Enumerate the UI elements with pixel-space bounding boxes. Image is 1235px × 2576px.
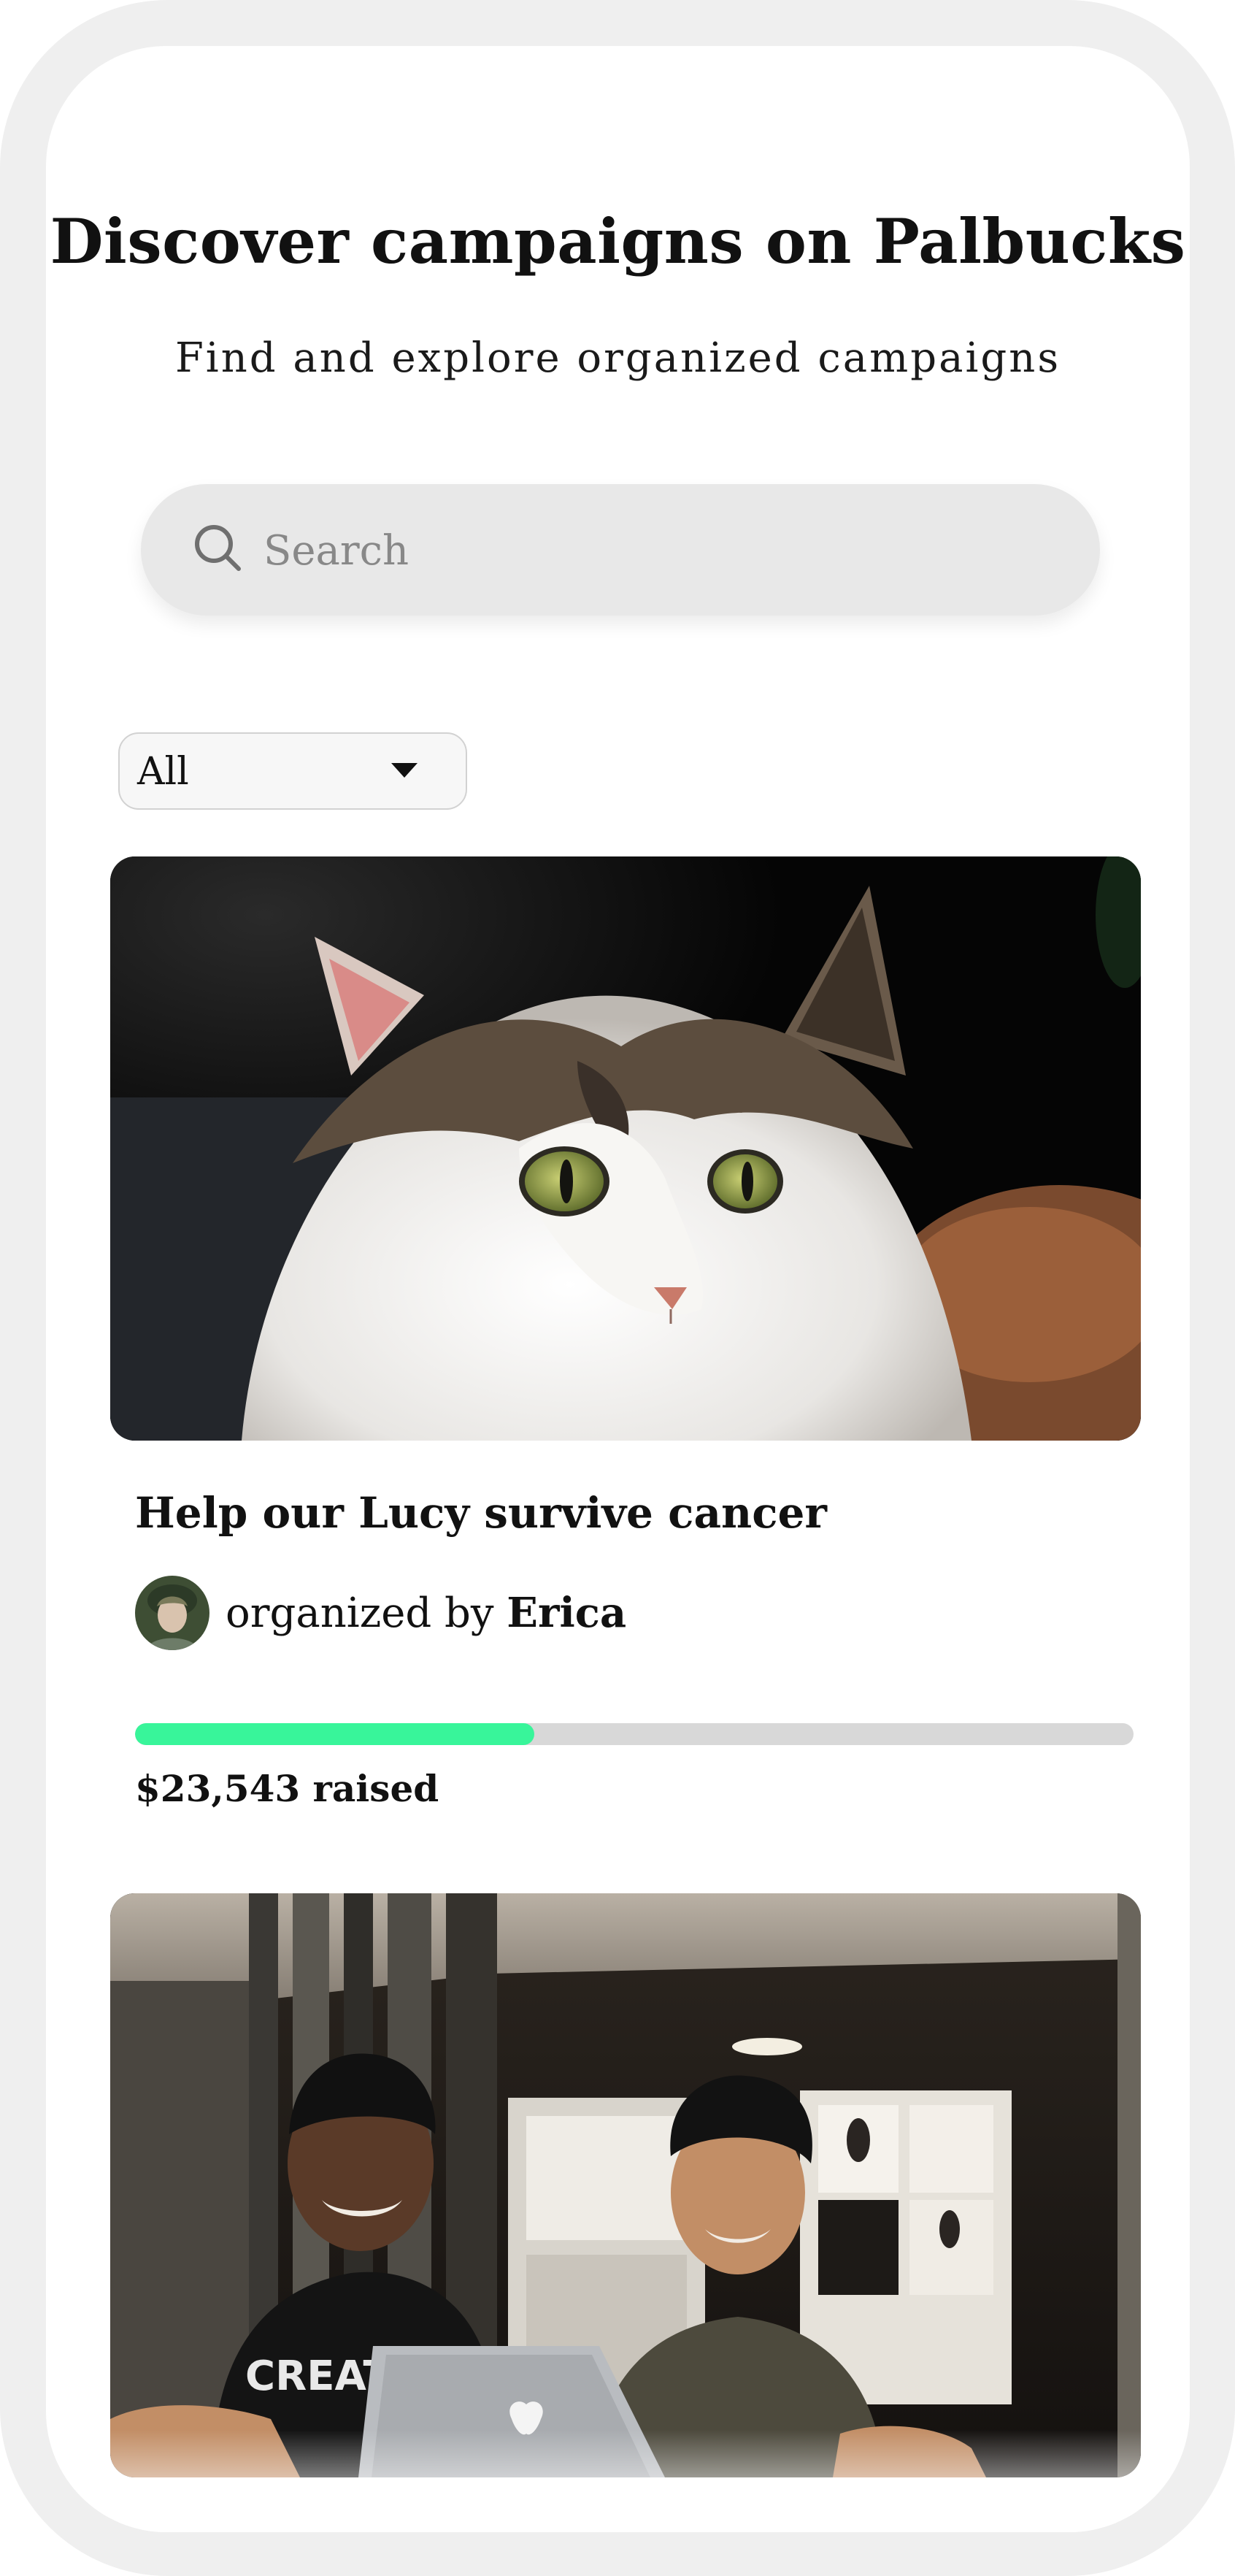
search-icon [192, 522, 243, 573]
campaigns-page: Discover campaigns on Palbucks Find and … [46, 46, 1190, 2532]
campaign-title[interactable]: Help our Lucy survive cancer [135, 1488, 827, 1538]
filter-selected-value: All [137, 750, 189, 794]
cat-photo[interactable] [110, 856, 1141, 1441]
organizer-spacer [493, 1590, 507, 1637]
device-frame: Discover campaigns on Palbucks Find and … [0, 0, 1235, 2576]
screen: Discover campaigns on Palbucks Find and … [46, 46, 1190, 2532]
page-subtitle: Find and explore organized campaigns [174, 334, 1061, 382]
funding-progress-fill [135, 1723, 535, 1745]
campaign-card[interactable]: CREATIVE [110, 1893, 1141, 2477]
campaign-card[interactable]: Help our Lucy survive cancer organized b… [110, 856, 1141, 1810]
organizer-avatar [135, 1576, 209, 1650]
category-filter-select[interactable]: All [118, 732, 467, 810]
organizer-info: organized by Erica [135, 1576, 626, 1650]
amount-raised: $23,543 raised [135, 1767, 439, 1810]
organizer-name[interactable]: Erica [507, 1589, 626, 1637]
search-bar[interactable] [141, 484, 1100, 616]
search-input[interactable] [262, 513, 1068, 588]
page-title: Discover campaigns on Palbucks [50, 205, 1186, 277]
caret-down-icon [390, 760, 419, 781]
people-laptop-photo[interactable]: CREATIVE [110, 1893, 1141, 2477]
organizer-prefix: organized by [226, 1589, 494, 1637]
funding-progress-bar [135, 1723, 1134, 1745]
